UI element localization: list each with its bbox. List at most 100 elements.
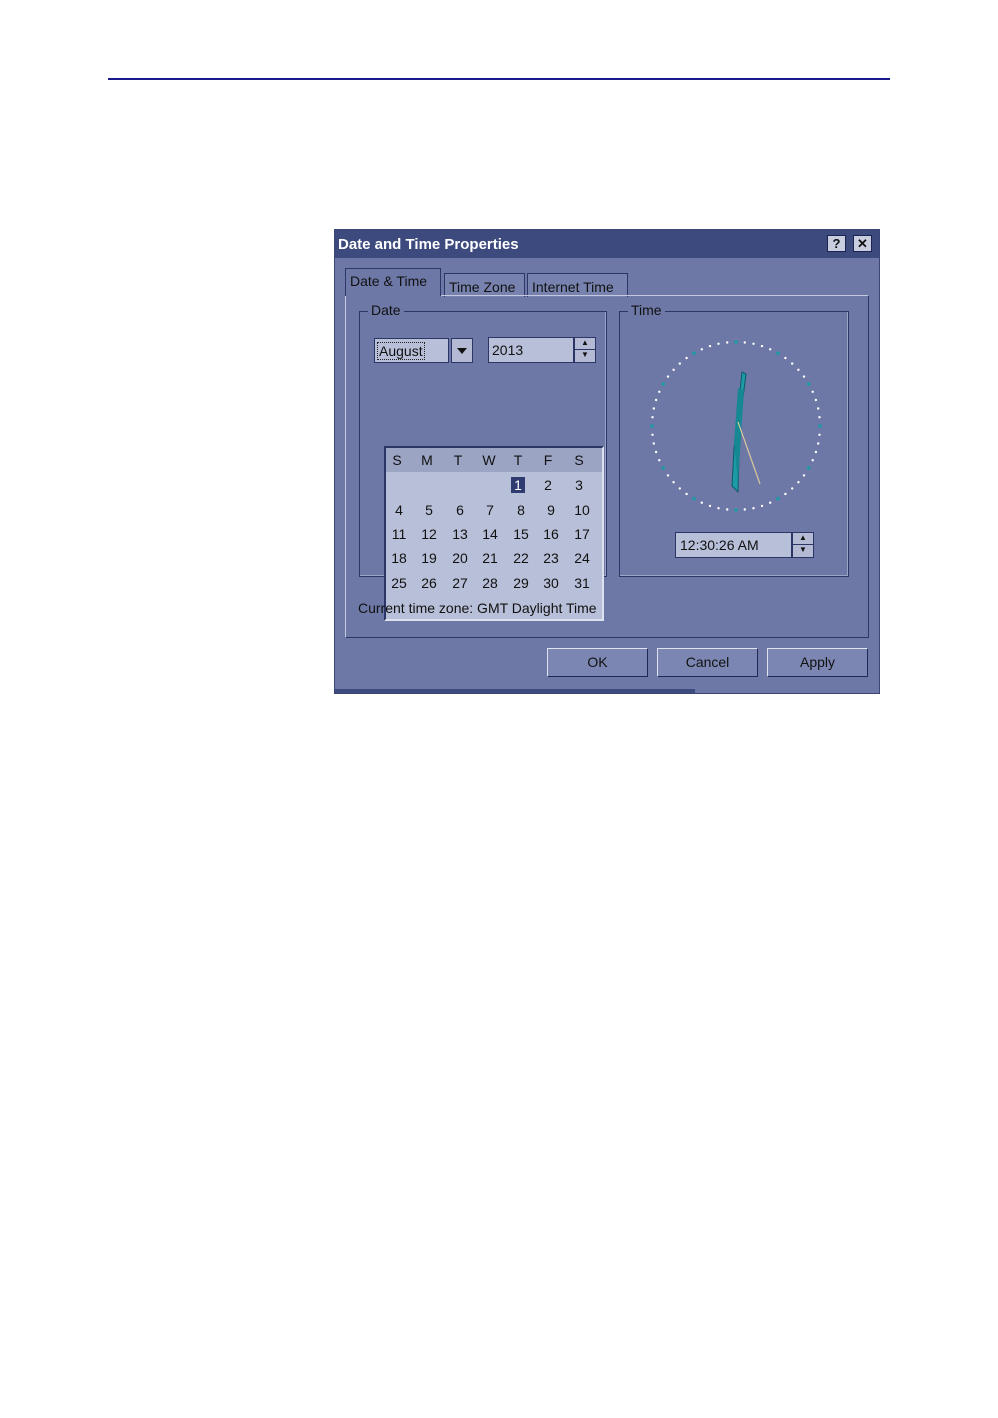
- month-select[interactable]: August: [374, 338, 449, 363]
- clock-minute-mark: [811, 459, 814, 462]
- clock-minute-mark: [817, 407, 820, 410]
- help-button[interactable]: ?: [827, 235, 846, 252]
- month-select-value: August: [377, 342, 425, 360]
- clock-hour-mark: [734, 508, 738, 512]
- year-spinner[interactable]: ▲ ▼: [574, 337, 596, 363]
- clock-minute-mark: [717, 507, 720, 510]
- apply-button[interactable]: Apply: [767, 648, 868, 677]
- spin-up-icon[interactable]: ▲: [793, 533, 813, 545]
- time-group-label: Time: [628, 302, 665, 318]
- calendar-day[interactable]: 21: [477, 548, 503, 568]
- clock-hour-mark: [661, 466, 666, 470]
- calendar-day[interactable]: 24: [569, 548, 595, 568]
- calendar-day[interactable]: 17: [569, 524, 595, 544]
- clock-minute-mark: [791, 362, 794, 365]
- year-field-value: 2013: [492, 342, 524, 358]
- calendar-day[interactable]: 19: [416, 548, 442, 568]
- spin-down-icon[interactable]: ▼: [793, 545, 813, 557]
- clock-minute-mark: [700, 348, 703, 351]
- calendar-day[interactable]: 26: [416, 573, 442, 593]
- weekday-label: S: [392, 452, 402, 468]
- year-field[interactable]: 2013: [488, 337, 574, 363]
- clock-minute-mark: [802, 474, 806, 477]
- calendar-day[interactable]: 7: [477, 500, 503, 520]
- chevron-down-icon: [457, 348, 467, 354]
- window-title: Date and Time Properties: [338, 236, 519, 253]
- clock-hour-mark: [776, 351, 780, 356]
- clock-minute-mark: [752, 507, 755, 510]
- clock-minute-mark: [672, 368, 675, 371]
- weekday-label: W: [482, 452, 496, 468]
- calendar-day-selected[interactable]: 1: [505, 475, 531, 495]
- cancel-button[interactable]: Cancel: [657, 648, 758, 677]
- calendar-day[interactable]: 4: [386, 500, 412, 520]
- bottom-edge-bar: [335, 689, 695, 693]
- calendar-day[interactable]: 11: [386, 524, 412, 544]
- clock-minute-mark: [752, 342, 755, 345]
- clock-minute-mark: [658, 459, 661, 462]
- clock-minute-mark: [769, 501, 772, 504]
- clock-minute-mark: [708, 504, 712, 508]
- time-field[interactable]: 12:30:26 AM: [675, 532, 792, 558]
- tab-internet-time[interactable]: Internet Time: [527, 273, 628, 297]
- clock-minute-mark: [651, 416, 654, 419]
- clock-hour-mark: [692, 496, 696, 501]
- calendar-day[interactable]: 30: [538, 573, 564, 593]
- calendar-day[interactable]: 9: [538, 500, 564, 520]
- clock-minute-mark: [672, 481, 675, 484]
- calendar-day[interactable]: 13: [447, 524, 473, 544]
- calendar-day[interactable]: 14: [477, 524, 503, 544]
- clock-minute-mark: [784, 356, 787, 360]
- clock-minute-mark: [791, 487, 794, 490]
- tab-time-zone[interactable]: Time Zone: [444, 273, 525, 297]
- clock-minute-mark: [743, 341, 746, 344]
- clock-minute-mark: [818, 433, 821, 436]
- calendar-day[interactable]: 27: [447, 573, 473, 593]
- calendar-day[interactable]: 22: [508, 548, 534, 568]
- calendar-day[interactable]: 16: [538, 524, 564, 544]
- calendar-day[interactable]: 10: [569, 500, 595, 520]
- weekday-label: F: [543, 452, 553, 468]
- calendar-day[interactable]: 8: [508, 500, 534, 520]
- clock-hour-mark: [806, 382, 811, 386]
- clock-minute-mark: [769, 348, 772, 351]
- calendar-day[interactable]: 29: [508, 573, 534, 593]
- calendar-day[interactable]: 31: [569, 573, 595, 593]
- clock-minute-mark: [814, 398, 818, 402]
- calendar-day[interactable]: 20: [447, 548, 473, 568]
- spin-down-icon[interactable]: ▼: [575, 350, 595, 362]
- calendar-day[interactable]: 6: [447, 500, 473, 520]
- clock-minute-mark: [726, 508, 729, 511]
- weekday-label: T: [513, 452, 523, 468]
- time-spinner[interactable]: ▲ ▼: [792, 532, 814, 558]
- tab-date-time[interactable]: Date & Time: [345, 268, 441, 296]
- close-button[interactable]: ✕: [853, 235, 872, 252]
- clock-hour-mark: [661, 382, 666, 386]
- clock-minute-mark: [784, 492, 787, 496]
- clock-hour-mark: [734, 340, 738, 344]
- clock-minute-mark: [797, 368, 800, 371]
- current-time-zone-text: Current time zone: GMT Daylight Time: [358, 600, 597, 616]
- ok-button[interactable]: OK: [547, 648, 648, 677]
- clock-minute-mark: [818, 416, 821, 419]
- spin-up-icon[interactable]: ▲: [575, 338, 595, 350]
- calendar-day[interactable]: 28: [477, 573, 503, 593]
- clock-minute-mark: [760, 504, 764, 508]
- clock-hour-mark: [776, 496, 780, 501]
- calendar-day[interactable]: 18: [386, 548, 412, 568]
- clock-minute-mark: [654, 398, 658, 402]
- month-dropdown-button[interactable]: [451, 338, 473, 363]
- calendar-day[interactable]: 3: [566, 475, 592, 495]
- time-field-value: 12:30:26 AM: [680, 537, 759, 553]
- calendar-day[interactable]: 2: [535, 475, 561, 495]
- calendar-day[interactable]: 23: [538, 548, 564, 568]
- clock-minute-mark: [811, 390, 814, 393]
- calendar-day[interactable]: 5: [416, 500, 442, 520]
- title-bar[interactable]: Date and Time Properties ? ✕: [335, 230, 879, 258]
- second-hand: [737, 421, 761, 485]
- clock-minute-mark: [685, 492, 688, 496]
- analog-clock: [650, 340, 822, 512]
- calendar-day[interactable]: 15: [508, 524, 534, 544]
- calendar-day[interactable]: 12: [416, 524, 442, 544]
- calendar-day[interactable]: 25: [386, 573, 412, 593]
